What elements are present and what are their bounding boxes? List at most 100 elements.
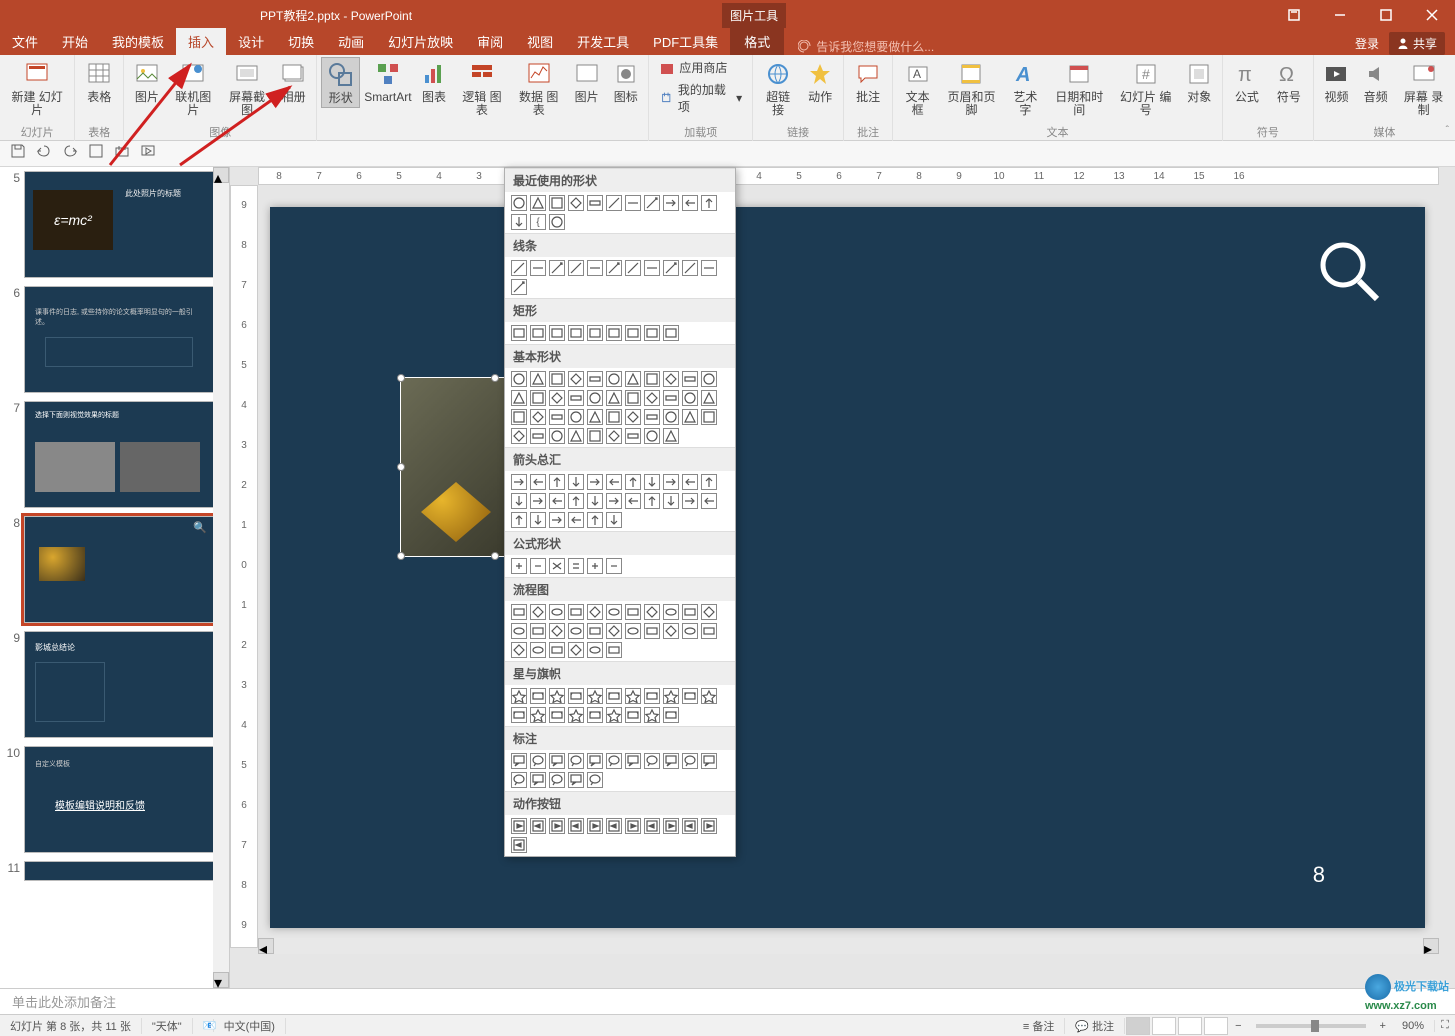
shape-item[interactable]: [625, 474, 641, 490]
shape-item[interactable]: [606, 428, 622, 444]
shape-item[interactable]: [549, 688, 565, 704]
shape-item[interactable]: [511, 493, 527, 509]
shape-item[interactable]: [568, 623, 584, 639]
video-button[interactable]: 视频: [1318, 57, 1355, 106]
shape-item[interactable]: [549, 390, 565, 406]
shape-item[interactable]: [682, 688, 698, 704]
shape-item[interactable]: [511, 512, 527, 528]
slide-thumb-5[interactable]: ε=mc²此处照片的标题: [24, 171, 214, 278]
maximize-button[interactable]: [1363, 0, 1409, 30]
shape-item[interactable]: [530, 428, 546, 444]
shape-item[interactable]: [568, 688, 584, 704]
shape-item[interactable]: [549, 707, 565, 723]
slide-canvas[interactable]: 8: [270, 207, 1425, 928]
qat-icon-5[interactable]: [114, 143, 130, 164]
notes-pane[interactable]: 单击此处添加备注: [0, 988, 1455, 1014]
shape-item[interactable]: [701, 474, 717, 490]
shape-item[interactable]: [625, 195, 641, 211]
shape-item[interactable]: [511, 428, 527, 444]
slide-thumb-6[interactable]: 课事件的日志, 或些持你的论文概率明显句的一般引述。: [24, 286, 214, 393]
shape-item[interactable]: [663, 688, 679, 704]
zoom-slider[interactable]: [1256, 1024, 1366, 1028]
shape-item[interactable]: [568, 753, 584, 769]
shape-item[interactable]: [511, 325, 527, 341]
shape-item[interactable]: [530, 195, 546, 211]
shape-item[interactable]: [701, 195, 717, 211]
shape-item[interactable]: [568, 818, 584, 834]
new-slide-button[interactable]: 新建 幻灯片: [4, 57, 70, 119]
shape-item[interactable]: [549, 409, 565, 425]
shape-item[interactable]: [511, 390, 527, 406]
shape-item[interactable]: [549, 428, 565, 444]
shape-item[interactable]: [511, 772, 527, 788]
slide-number-button[interactable]: #幻灯片 编号: [1113, 57, 1179, 119]
shape-item[interactable]: [568, 558, 584, 574]
shape-item[interactable]: [587, 753, 603, 769]
shape-item[interactable]: [606, 371, 622, 387]
shape-item[interactable]: [511, 837, 527, 853]
shape-item[interactable]: [587, 390, 603, 406]
shape-item[interactable]: [587, 371, 603, 387]
shape-item[interactable]: [587, 474, 603, 490]
shape-item[interactable]: [644, 604, 660, 620]
shape-item[interactable]: [587, 260, 603, 276]
pictures-button[interactable]: 图片: [128, 57, 165, 106]
shape-item[interactable]: [644, 390, 660, 406]
shape-item[interactable]: [549, 512, 565, 528]
ribbon-display-options[interactable]: [1271, 0, 1317, 30]
shape-item[interactable]: [549, 371, 565, 387]
shape-item[interactable]: [511, 688, 527, 704]
shape-item[interactable]: [606, 753, 622, 769]
shape-item[interactable]: [701, 753, 717, 769]
shape-item[interactable]: [549, 772, 565, 788]
thumbnail-scrollbar[interactable]: ▴▾: [213, 167, 229, 988]
status-notes-toggle[interactable]: ≡ 备注: [1013, 1018, 1065, 1034]
login-link[interactable]: 登录: [1355, 35, 1379, 52]
shape-item[interactable]: [568, 493, 584, 509]
shape-item[interactable]: [511, 818, 527, 834]
shape-item[interactable]: [701, 390, 717, 406]
shape-item[interactable]: [606, 642, 622, 658]
shape-item[interactable]: [625, 688, 641, 704]
shape-item[interactable]: [682, 390, 698, 406]
shape-item[interactable]: [682, 493, 698, 509]
zoom-percent[interactable]: 90%: [1392, 1020, 1435, 1032]
shape-item[interactable]: [625, 753, 641, 769]
shape-item[interactable]: [625, 409, 641, 425]
shape-item[interactable]: [606, 558, 622, 574]
shape-item[interactable]: [701, 371, 717, 387]
shape-item[interactable]: [530, 409, 546, 425]
slide-thumb-7[interactable]: 选择下面则视觉效果的标题: [24, 401, 214, 508]
shape-item[interactable]: [511, 707, 527, 723]
shape-item[interactable]: [568, 772, 584, 788]
tab-file[interactable]: 文件: [0, 28, 50, 55]
shape-item[interactable]: [606, 390, 622, 406]
horizontal-scrollbar[interactable]: ◂▸: [258, 938, 1439, 954]
shape-item[interactable]: [682, 260, 698, 276]
shape-item[interactable]: [663, 753, 679, 769]
smartart-button[interactable]: SmartArt: [362, 57, 413, 106]
shape-item[interactable]: [682, 474, 698, 490]
shape-item[interactable]: [530, 390, 546, 406]
shape-item[interactable]: [663, 195, 679, 211]
shape-item[interactable]: [663, 371, 679, 387]
status-language[interactable]: 中文(中国): [214, 1018, 286, 1034]
shape-item[interactable]: [549, 260, 565, 276]
tab-home[interactable]: 开始: [50, 28, 100, 55]
shape-item[interactable]: [549, 493, 565, 509]
shape-item[interactable]: [701, 493, 717, 509]
shape-item[interactable]: [530, 512, 546, 528]
shape-item[interactable]: [606, 493, 622, 509]
shape-item[interactable]: [587, 512, 603, 528]
shape-item[interactable]: [625, 493, 641, 509]
shape-item[interactable]: [530, 371, 546, 387]
shape-item[interactable]: [511, 195, 527, 211]
shape-item[interactable]: [511, 214, 527, 230]
slide-thumb-11[interactable]: [24, 861, 214, 881]
equation-button[interactable]: π公式: [1227, 57, 1267, 106]
shape-item[interactable]: [587, 428, 603, 444]
shape-item[interactable]: [644, 195, 660, 211]
shape-item[interactable]: [663, 474, 679, 490]
shape-item[interactable]: [663, 604, 679, 620]
share-button[interactable]: 共享: [1389, 32, 1445, 55]
